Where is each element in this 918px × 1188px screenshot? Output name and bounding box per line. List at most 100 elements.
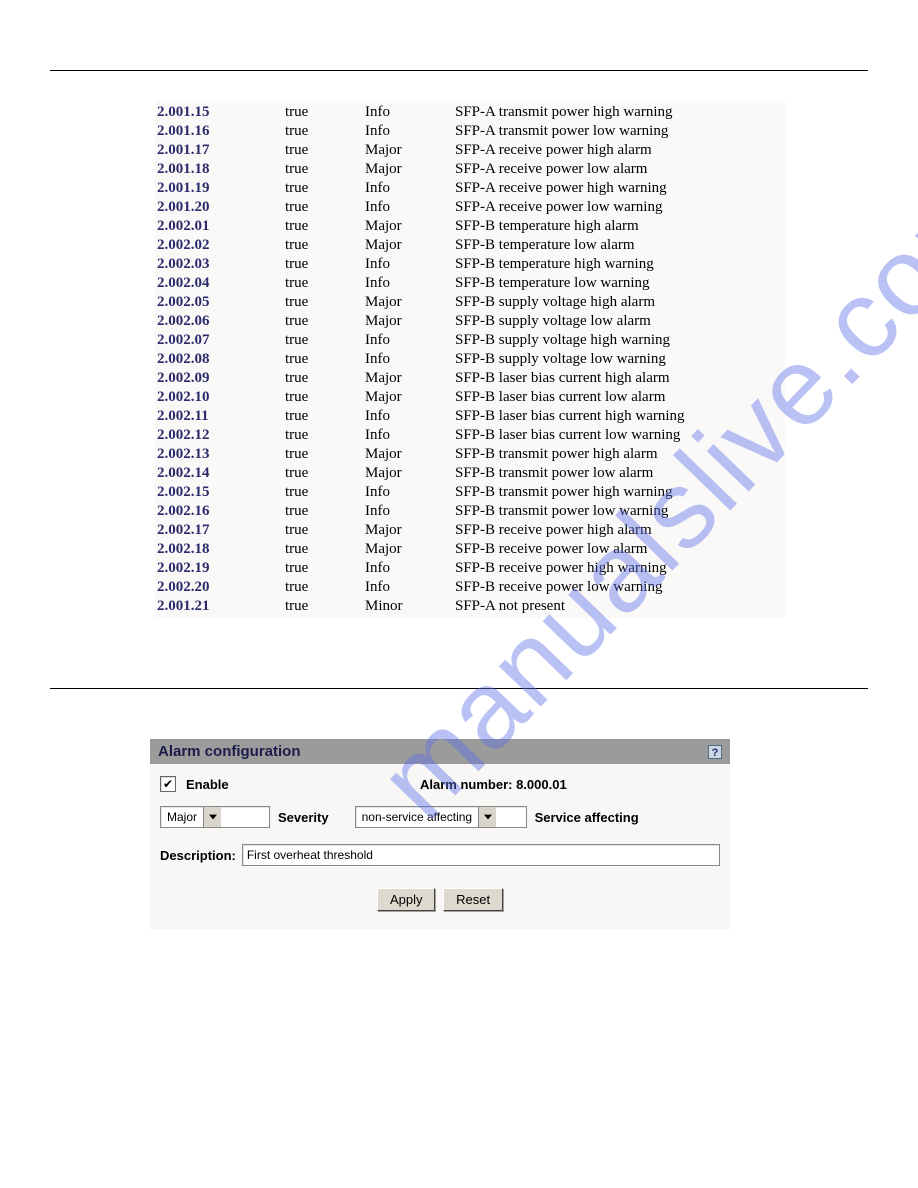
alarm-id-link[interactable]: 2.001.17 — [155, 142, 285, 159]
alarm-enable: true — [285, 313, 365, 330]
alarm-enable: true — [285, 503, 365, 520]
alarm-name: SFP-B temperature high warning — [455, 256, 785, 273]
alarm-name: SFP-B receive power high warning — [455, 560, 785, 577]
table-row: 2.001.16trueInfoSFP-A transmit power low… — [155, 122, 785, 141]
alarm-severity: Major — [365, 142, 455, 159]
table-row: 2.001.19trueInfoSFP-A receive power high… — [155, 179, 785, 198]
alarm-id-link[interactable]: 2.002.08 — [155, 351, 285, 368]
alarm-name: SFP-A transmit power low warning — [455, 123, 785, 140]
alarm-id-link[interactable]: 2.002.13 — [155, 446, 285, 463]
alarm-enable: true — [285, 180, 365, 197]
alarm-enable: true — [285, 389, 365, 406]
alarm-name: SFP-B supply voltage high warning — [455, 332, 785, 349]
alarm-enable: true — [285, 218, 365, 235]
table-row: 2.001.20trueInfoSFP-A receive power low … — [155, 198, 785, 217]
alarm-id-link[interactable]: 2.002.05 — [155, 294, 285, 311]
table-row: 2.002.13trueMajorSFP-B transmit power hi… — [155, 445, 785, 464]
alarm-name: SFP-A not present — [455, 598, 785, 615]
alarm-severity: Info — [365, 484, 455, 501]
alarm-severity: Major — [365, 161, 455, 178]
alarm-name: SFP-A receive power low warning — [455, 199, 785, 216]
service-affecting-select[interactable]: non-service affecting — [355, 806, 527, 828]
alarm-id-link[interactable]: 2.002.03 — [155, 256, 285, 273]
alarm-name: SFP-B transmit power high alarm — [455, 446, 785, 463]
panel-header: Alarm configuration ? — [150, 739, 730, 764]
alarm-enable: true — [285, 199, 365, 216]
alarm-name: SFP-B laser bias current low warning — [455, 427, 785, 444]
table-row: 2.002.01trueMajorSFP-B temperature high … — [155, 217, 785, 236]
alarm-id-link[interactable]: 2.002.18 — [155, 541, 285, 558]
table-row: 2.002.02trueMajorSFP-B temperature low a… — [155, 236, 785, 255]
alarm-name: SFP-B transmit power high warning — [455, 484, 785, 501]
alarm-id-link[interactable]: 2.002.11 — [155, 408, 285, 425]
alarm-id-link[interactable]: 2.002.17 — [155, 522, 285, 539]
alarm-enable: true — [285, 142, 365, 159]
severity-value: Major — [161, 810, 203, 824]
alarm-name: SFP-B transmit power low warning — [455, 503, 785, 520]
alarm-id-link[interactable]: 2.002.20 — [155, 579, 285, 596]
alarm-id-link[interactable]: 2.002.15 — [155, 484, 285, 501]
alarm-id-link[interactable]: 2.001.16 — [155, 123, 285, 140]
alarm-enable: true — [285, 275, 365, 292]
alarm-id-link[interactable]: 2.001.21 — [155, 598, 285, 615]
alarm-severity: Major — [365, 465, 455, 482]
alarm-severity: Major — [365, 294, 455, 311]
alarm-severity: Info — [365, 180, 455, 197]
reset-button[interactable]: Reset — [443, 888, 503, 911]
alarm-severity: Info — [365, 104, 455, 121]
alarm-enable: true — [285, 522, 365, 539]
mid-divider — [50, 688, 868, 689]
alarm-id-link[interactable]: 2.002.02 — [155, 237, 285, 254]
alarm-id-link[interactable]: 2.002.09 — [155, 370, 285, 387]
alarm-enable: true — [285, 370, 365, 387]
service-affecting-value: non-service affecting — [356, 810, 479, 824]
severity-select[interactable]: Major — [160, 806, 270, 828]
alarm-id-link[interactable]: 2.001.19 — [155, 180, 285, 197]
description-input[interactable]: First overheat threshold — [242, 844, 720, 866]
alarm-id-link[interactable]: 2.002.10 — [155, 389, 285, 406]
table-row: 2.002.11trueInfoSFP-B laser bias current… — [155, 407, 785, 426]
alarm-name: SFP-B receive power low alarm — [455, 541, 785, 558]
alarm-enable: true — [285, 560, 365, 577]
alarm-severity: Info — [365, 199, 455, 216]
alarm-severity: Major — [365, 389, 455, 406]
alarm-name: SFP-A receive power high warning — [455, 180, 785, 197]
alarm-severity: Info — [365, 256, 455, 273]
alarm-id-link[interactable]: 2.001.20 — [155, 199, 285, 216]
help-icon[interactable]: ? — [708, 745, 722, 759]
table-row: 2.002.14trueMajorSFP-B transmit power lo… — [155, 464, 785, 483]
alarm-severity: Major — [365, 446, 455, 463]
alarm-name: SFP-B receive power high alarm — [455, 522, 785, 539]
alarm-id-link[interactable]: 2.002.16 — [155, 503, 285, 520]
alarm-id-link[interactable]: 2.002.12 — [155, 427, 285, 444]
alarm-id-link[interactable]: 2.002.07 — [155, 332, 285, 349]
alarm-id-link[interactable]: 2.002.19 — [155, 560, 285, 577]
enable-checkbox[interactable]: ✔ — [160, 776, 176, 792]
alarm-severity: Info — [365, 427, 455, 444]
alarm-name: SFP-B temperature high alarm — [455, 218, 785, 235]
alarm-enable: true — [285, 161, 365, 178]
alarm-name: SFP-B laser bias current low alarm — [455, 389, 785, 406]
alarm-severity: Minor — [365, 598, 455, 615]
alarm-id-link[interactable]: 2.001.18 — [155, 161, 285, 178]
table-row: 2.002.08trueInfoSFP-B supply voltage low… — [155, 350, 785, 369]
table-row: 2.002.19trueInfoSFP-B receive power high… — [155, 559, 785, 578]
alarm-enable: true — [285, 446, 365, 463]
alarm-id-link[interactable]: 2.002.14 — [155, 465, 285, 482]
alarm-severity: Info — [365, 123, 455, 140]
alarm-id-link[interactable]: 2.002.06 — [155, 313, 285, 330]
table-row: 2.002.15trueInfoSFP-B transmit power hig… — [155, 483, 785, 502]
apply-button[interactable]: Apply — [377, 888, 436, 911]
alarm-enable: true — [285, 294, 365, 311]
table-row: 2.002.03trueInfoSFP-B temperature high w… — [155, 255, 785, 274]
alarm-id-link[interactable]: 2.002.04 — [155, 275, 285, 292]
alarm-severity: Info — [365, 579, 455, 596]
alarm-id-link[interactable]: 2.001.15 — [155, 104, 285, 121]
alarm-severity: Major — [365, 522, 455, 539]
alarm-name: SFP-B transmit power low alarm — [455, 465, 785, 482]
alarm-enable: true — [285, 465, 365, 482]
alarm-id-link[interactable]: 2.002.01 — [155, 218, 285, 235]
alarm-enable: true — [285, 427, 365, 444]
alarm-name: SFP-A receive power high alarm — [455, 142, 785, 159]
table-row: 2.002.04trueInfoSFP-B temperature low wa… — [155, 274, 785, 293]
